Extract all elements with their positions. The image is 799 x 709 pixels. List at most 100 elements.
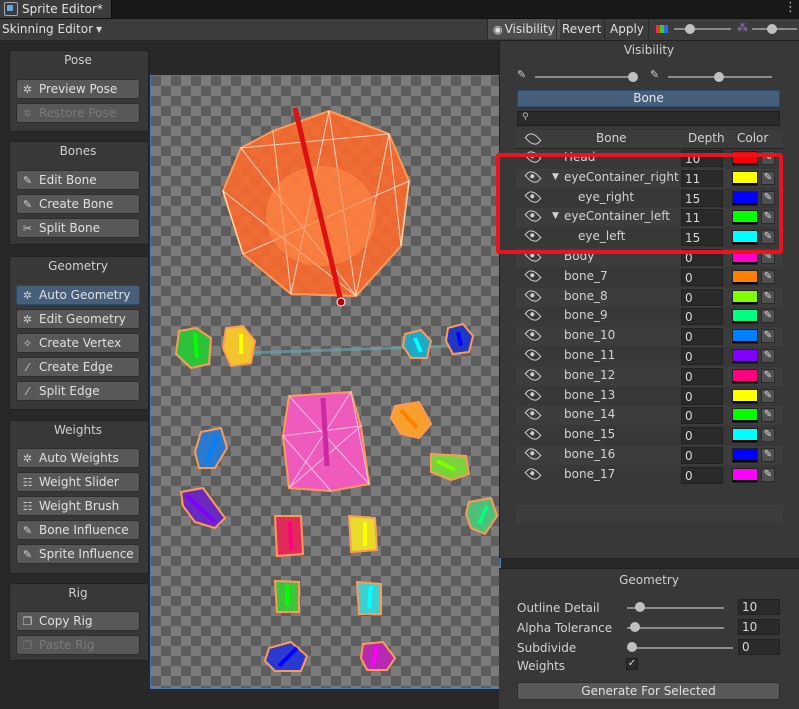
color-swatch[interactable] xyxy=(732,389,758,404)
eye-visibility-icon[interactable] xyxy=(524,386,542,404)
overlay-slider-knob[interactable] xyxy=(767,24,777,34)
alpha-tolerance-field[interactable]: 10 xyxy=(738,619,780,635)
depth-field[interactable]: 0 xyxy=(681,269,723,286)
weight-slider-button[interactable]: ☷ Weight Slider xyxy=(16,472,140,492)
apply-button[interactable]: Apply xyxy=(604,19,649,39)
bone-column-header[interactable]: Bone xyxy=(596,131,627,145)
auto-geometry-button[interactable]: ✲ Auto Geometry xyxy=(16,285,140,305)
depth-field[interactable]: 0 xyxy=(681,328,723,345)
eye-visibility-icon[interactable] xyxy=(524,287,542,305)
mesh-opacity-slider[interactable] xyxy=(535,76,635,78)
color-swatch[interactable] xyxy=(732,270,758,285)
eye-visibility-icon[interactable] xyxy=(524,326,542,344)
eye-visibility-icon[interactable] xyxy=(524,267,542,285)
weights-checkbox[interactable]: ✓ xyxy=(626,658,638,670)
revert-button[interactable]: Revert xyxy=(556,19,606,39)
eyedropper-icon[interactable]: ✎ xyxy=(761,329,775,343)
bone-row[interactable]: bone_15 0 ✎ xyxy=(516,425,783,445)
bone-row[interactable]: bone_11 0 ✎ xyxy=(516,346,783,366)
sprite-canvas[interactable] xyxy=(150,75,501,689)
color-swatch[interactable] xyxy=(732,468,758,483)
bone-row[interactable]: bone_8 0 ✎ xyxy=(516,287,783,307)
copy-rig-button[interactable]: ❐ Copy Rig xyxy=(16,611,140,631)
color-swatch-icon[interactable] xyxy=(648,19,675,39)
eye-visibility-icon[interactable] xyxy=(524,445,542,463)
color-swatch[interactable] xyxy=(732,428,758,443)
bone-row[interactable]: bone_16 0 ✎ xyxy=(516,445,783,465)
depth-field[interactable]: 0 xyxy=(681,368,723,385)
color-swatch[interactable] xyxy=(732,448,758,463)
visibility-button[interactable]: ◉ Visibility xyxy=(487,19,560,39)
depth-field[interactable]: 0 xyxy=(681,388,723,405)
eyedropper-icon[interactable]: ✎ xyxy=(761,408,775,422)
bone-row[interactable]: bone_10 0 ✎ xyxy=(516,326,783,346)
color-swatch[interactable] xyxy=(732,309,758,324)
alpha-tolerance-knob[interactable] xyxy=(630,622,640,632)
zoom-slider-knob[interactable] xyxy=(685,24,695,34)
generate-for-selected-button[interactable]: Generate For Selected xyxy=(517,682,780,700)
split-edge-button[interactable]: ⁄ Split Edge xyxy=(16,381,140,401)
outline-detail-field[interactable]: 10 xyxy=(738,599,780,615)
eyedropper-icon[interactable]: ✎ xyxy=(761,309,775,323)
eyedropper-icon[interactable]: ✎ xyxy=(761,448,775,462)
color-swatch[interactable] xyxy=(732,408,758,423)
eye-visibility-icon[interactable] xyxy=(524,465,542,483)
outline-detail-knob[interactable] xyxy=(635,602,645,612)
depth-field[interactable]: 0 xyxy=(681,447,723,464)
bone-row[interactable]: bone_14 0 ✎ xyxy=(516,405,783,425)
depth-field[interactable]: 0 xyxy=(681,308,723,325)
sprite-influence-button[interactable]: ✎ Sprite Influence xyxy=(16,544,140,564)
restore-pose-button[interactable]: ✲ Restore Pose xyxy=(16,103,140,123)
bone-row[interactable]: bone_17 0 ✎ xyxy=(516,465,783,485)
bone-search-input[interactable]: ⚲ xyxy=(517,111,780,126)
eyedropper-icon[interactable]: ✎ xyxy=(761,428,775,442)
subdivide-field[interactable]: 0 xyxy=(738,639,780,655)
subdivide-slider[interactable] xyxy=(627,647,733,649)
bone-row[interactable]: bone_13 0 ✎ xyxy=(516,386,783,406)
color-swatch[interactable] xyxy=(732,290,758,305)
split-bone-button[interactable]: ✂ Split Bone xyxy=(16,218,140,238)
eyedropper-icon[interactable]: ✎ xyxy=(761,349,775,363)
eye-visibility-icon[interactable] xyxy=(524,366,542,384)
mode-dropdown[interactable]: Skinning Editor ▼ xyxy=(2,20,102,38)
color-swatch[interactable] xyxy=(732,329,758,344)
weight-brush-button[interactable]: ☷ Weight Brush xyxy=(16,496,140,516)
depth-column-header[interactable]: Depth xyxy=(688,131,725,145)
edit-geometry-button[interactable]: ✲ Edit Geometry xyxy=(16,309,140,329)
sprite-editor-tab[interactable]: Sprite Editor* xyxy=(0,0,112,18)
depth-field[interactable]: 0 xyxy=(681,289,723,306)
bone-opacity-knob[interactable] xyxy=(714,72,724,82)
eyedropper-icon[interactable]: ✎ xyxy=(761,290,775,304)
eye-visibility-icon[interactable] xyxy=(524,306,542,324)
eye-visibility-icon[interactable] xyxy=(524,346,542,364)
bone-row[interactable]: bone_7 0 ✎ xyxy=(516,267,783,287)
preview-pose-button[interactable]: ✲ Preview Pose xyxy=(16,79,140,99)
depth-field[interactable]: 0 xyxy=(681,427,723,444)
kebab-icon[interactable]: ⋮ xyxy=(784,0,797,15)
create-bone-button[interactable]: ✎ Create Bone xyxy=(16,194,140,214)
depth-field[interactable]: 0 xyxy=(681,407,723,424)
tab-bone[interactable]: Bone xyxy=(517,90,780,107)
depth-field[interactable]: 0 xyxy=(681,467,723,484)
alpha-tolerance-slider[interactable] xyxy=(627,627,724,629)
create-edge-button[interactable]: ⁄ Create Edge xyxy=(16,357,140,377)
bone-row[interactable]: bone_9 0 ✎ xyxy=(516,306,783,326)
paste-rig-button[interactable]: ❐ Paste Rig xyxy=(16,635,140,655)
eye-visibility-icon[interactable] xyxy=(524,405,542,423)
color-column-header[interactable]: Color xyxy=(737,131,768,145)
eye-visibility-icon[interactable] xyxy=(524,425,542,443)
color-swatch[interactable] xyxy=(732,369,758,384)
eyedropper-icon[interactable]: ✎ xyxy=(761,468,775,482)
mesh-opacity-knob[interactable] xyxy=(628,72,638,82)
eyedropper-icon[interactable]: ✎ xyxy=(761,369,775,383)
eyedropper-icon[interactable]: ✎ xyxy=(761,389,775,403)
edit-bone-button[interactable]: ✎ Edit Bone xyxy=(16,170,140,190)
depth-field[interactable]: 0 xyxy=(681,348,723,365)
auto-weights-button[interactable]: ✲ Auto Weights xyxy=(16,448,140,468)
color-swatch[interactable] xyxy=(732,349,758,364)
bone-row[interactable]: bone_12 0 ✎ xyxy=(516,366,783,386)
bone-influence-button[interactable]: ✎ Bone Influence xyxy=(16,520,140,540)
create-vertex-button[interactable]: ✧ Create Vertex xyxy=(16,333,140,353)
zoom-slider[interactable] xyxy=(674,28,731,30)
eyedropper-icon[interactable]: ✎ xyxy=(761,270,775,284)
